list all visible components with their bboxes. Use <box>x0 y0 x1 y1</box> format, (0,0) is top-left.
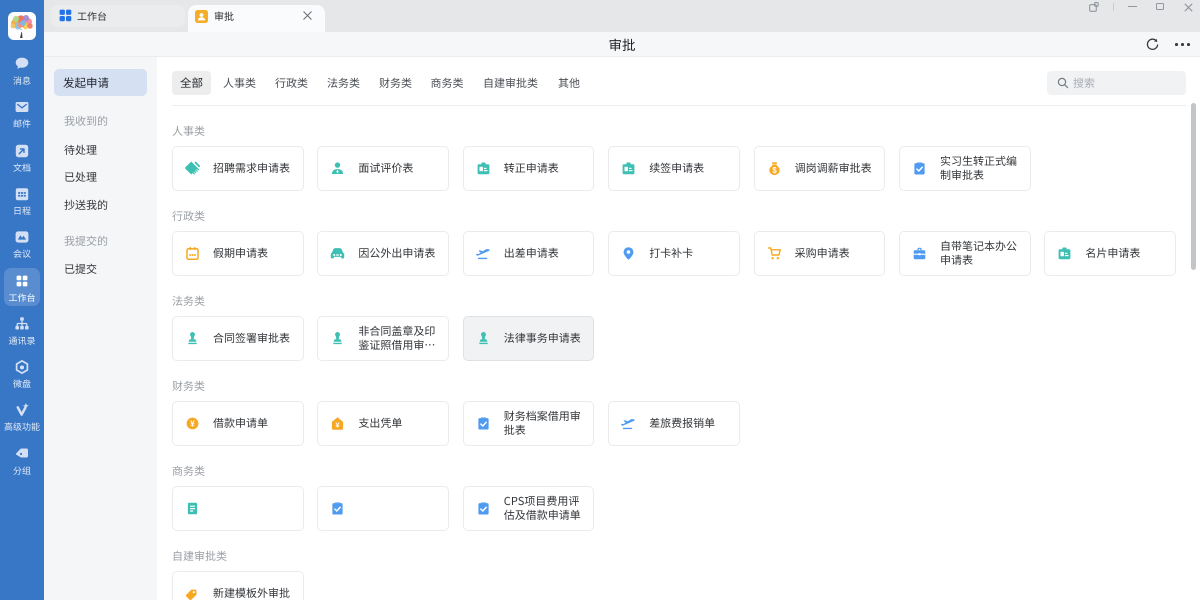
svg-text:¥: ¥ <box>190 419 195 428</box>
svg-text:$: $ <box>772 165 777 174</box>
